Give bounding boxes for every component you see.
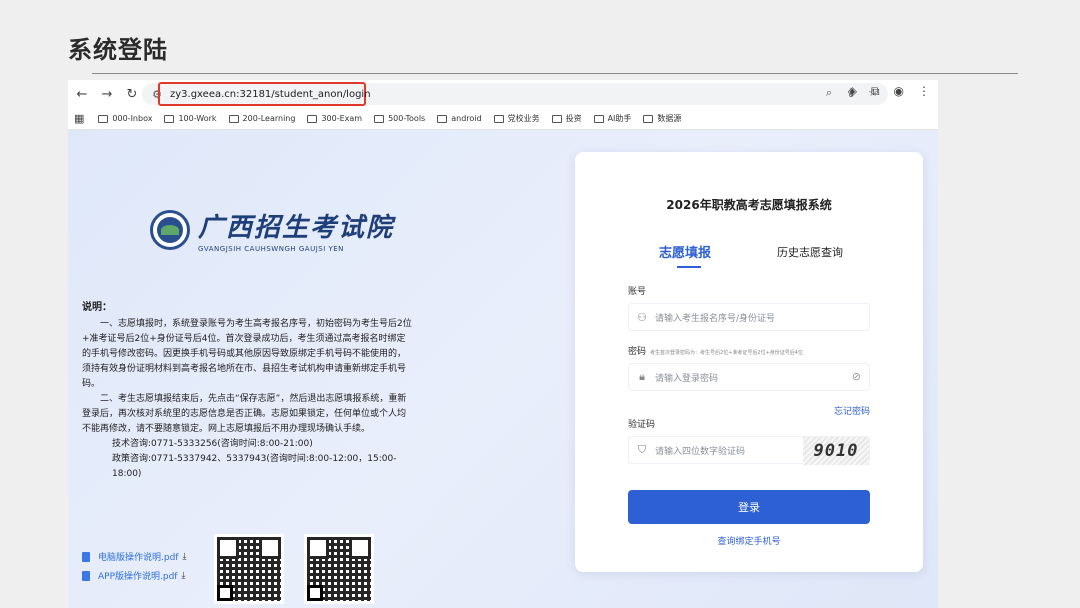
bookmark-investment[interactable]: 投资 <box>551 113 582 124</box>
policy-contact: 政策咨询:0771-5337942、5337943(咨询时间:8:00-12:0… <box>112 454 397 479</box>
logo-chinese-name: 广西招生考试院 <box>198 213 395 243</box>
bookmark-ai-assistant[interactable]: AI助手 <box>593 113 631 124</box>
bookmark-000-inbox[interactable]: 000-Inbox <box>98 114 152 123</box>
extension-icon[interactable]: ◈ <box>848 84 857 99</box>
captcha-input[interactable]: ⛉ 请输入四位数字验证码 9010 <box>628 436 870 465</box>
instruction-2: 二、考生志愿填报结束后，先点击“保存志愿”，然后退出志愿填报系统，重新登录后，再… <box>82 394 407 434</box>
zoom-icon[interactable]: ⌕ <box>822 86 836 100</box>
forgot-password-link[interactable]: 忘记密码 <box>834 404 870 417</box>
url-text[interactable]: zy3.gxeea.cn:32181/student_anon/login <box>170 89 371 100</box>
account-label: 账号 <box>628 287 647 297</box>
folder-icon <box>643 114 654 123</box>
bookmark-party-school[interactable]: 党校业务 <box>493 113 540 124</box>
instructions: 说明： 一、志愿填报时，系统登录账号为考生高考报名序号，初始密码为考生号后2位+… <box>82 300 412 482</box>
title-divider <box>92 73 1018 74</box>
instructions-heading: 说明： <box>82 302 112 313</box>
download-icon: ⤓ <box>181 570 186 581</box>
login-card: 2026年职教高考志愿填报系统 志愿填报 历史志愿查询 账号 ⚇ 请输入考生报名… <box>575 152 923 572</box>
tab-history-query[interactable]: 历史志愿查询 <box>777 244 843 260</box>
password-hint: 考生首次登录密码为：考生号后2位+准考证号后2位+身份证号后4位 <box>650 350 803 356</box>
tab-volunteer-fill[interactable]: 志愿填报 <box>659 242 711 261</box>
file-icon <box>82 570 90 581</box>
tech-contact: 技术咨询:0771-5333256(咨询时间:8:00-21:00) <box>112 439 313 449</box>
password-input[interactable]: 🔒︎ 请输入登录密码 ⊘ <box>628 363 870 391</box>
forward-icon[interactable]: → <box>96 83 118 105</box>
emblem-icon <box>150 210 190 250</box>
hide-password-icon[interactable]: ⊘ <box>852 370 861 383</box>
qr-code-2 <box>304 534 374 604</box>
institute-logo: 广西招生考试院 GVANGJSIH CAUHSWNGH GAUJSI YEN <box>150 207 394 253</box>
login-button[interactable]: 登录 <box>628 490 870 524</box>
captcha-image[interactable]: 9010 <box>803 437 869 465</box>
apps-grid-icon[interactable]: ▦ <box>74 112 84 125</box>
reload-icon[interactable]: ↻ <box>121 83 143 105</box>
folder-icon <box>307 114 318 123</box>
folder-icon <box>437 114 448 123</box>
pdf-download-app[interactable]: APP版操作说明.pdf ⤓ <box>82 569 186 582</box>
downloads: 电脑版操作说明.pdf ⤓ APP版操作说明.pdf ⤓ <box>82 550 186 588</box>
account-input[interactable]: ⚇ 请输入考生报名序号/身份证号 <box>628 303 870 331</box>
query-bound-phone-link[interactable]: 查询绑定手机号 <box>575 534 923 547</box>
lock-icon: 🔒︎ <box>639 370 645 383</box>
bookmark-data-source[interactable]: 数据源 <box>643 113 681 124</box>
browser-window: ← → ↻ ⚙ zy3.gxeea.cn:32181/student_anon/… <box>68 80 938 608</box>
download-icon: ⤓ <box>182 551 187 562</box>
pdf-download-desktop[interactable]: 电脑版操作说明.pdf ⤓ <box>82 550 186 563</box>
folder-icon <box>228 114 239 123</box>
active-tab-indicator <box>677 266 701 268</box>
folder-icon <box>98 114 109 123</box>
puzzle-icon[interactable]: ⧉ <box>871 84 880 99</box>
folder-icon <box>164 114 175 123</box>
user-icon: ⚇ <box>637 310 647 324</box>
password-label-row: 密码 考生首次登录密码为：考生号后2位+准考证号后2位+身份证号后4位 <box>628 347 803 357</box>
instruction-1: 一、志愿填报时，系统登录账号为考生高考报名序号，初始密码为考生号后2位+准考证号… <box>82 319 412 389</box>
login-page: 广西招生考试院 GVANGJSIH CAUHSWNGH GAUJSI YEN 说… <box>68 130 938 608</box>
bookmark-200-learning[interactable]: 200-Learning <box>228 114 295 123</box>
shield-icon: ⛉ <box>637 443 647 456</box>
slide-title: 系统登陆 <box>68 36 168 64</box>
address-bar[interactable]: ⚙ zy3.gxeea.cn:32181/student_anon/login … <box>142 82 888 106</box>
bookmarks-bar: ▦ 000-Inbox 100-Work 200-Learning 300-Ex… <box>68 108 938 130</box>
file-icon <box>82 551 90 562</box>
bookmark-android[interactable]: android <box>437 114 482 123</box>
profile-icon[interactable]: ◉ <box>894 84 904 99</box>
captcha-label: 验证码 <box>628 420 656 430</box>
system-title: 2026年职教高考志愿填报系统 <box>666 198 832 212</box>
folder-icon <box>593 114 604 123</box>
folder-icon <box>551 114 562 123</box>
bookmark-500-tools[interactable]: 500-Tools <box>374 114 425 123</box>
menu-icon[interactable]: ⋮ <box>918 84 930 99</box>
folder-icon <box>374 114 385 123</box>
browser-toolbar: ← → ↻ ⚙ zy3.gxeea.cn:32181/student_anon/… <box>68 80 938 108</box>
logo-english-name: GVANGJSIH CAUHSWNGH GAUJSI YEN <box>198 245 344 253</box>
folder-icon <box>493 114 504 123</box>
bookmark-300-exam[interactable]: 300-Exam <box>307 114 362 123</box>
bookmark-100-work[interactable]: 100-Work <box>164 114 217 123</box>
qr-code-1 <box>214 534 284 604</box>
back-icon[interactable]: ← <box>71 83 93 105</box>
